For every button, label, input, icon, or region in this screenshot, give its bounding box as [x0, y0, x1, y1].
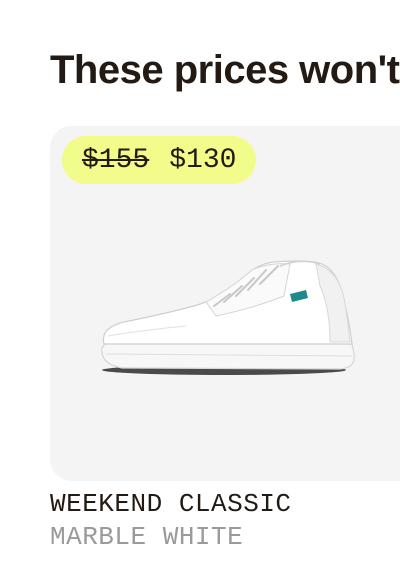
sale-price: $130: [169, 144, 237, 176]
product-name[interactable]: WEEKEND CLASSIC: [50, 489, 292, 519]
product-card[interactable]: $155 $130: [50, 126, 400, 481]
product-image[interactable]: [94, 256, 364, 386]
page: These prices won't $155 $130 WEEKEND CLA…: [0, 0, 400, 572]
product-variant: MARBLE WHITE: [50, 522, 244, 552]
section-heading: These prices won't: [50, 48, 400, 92]
original-price: $155: [82, 144, 150, 176]
price-badge: $155 $130: [62, 136, 257, 184]
